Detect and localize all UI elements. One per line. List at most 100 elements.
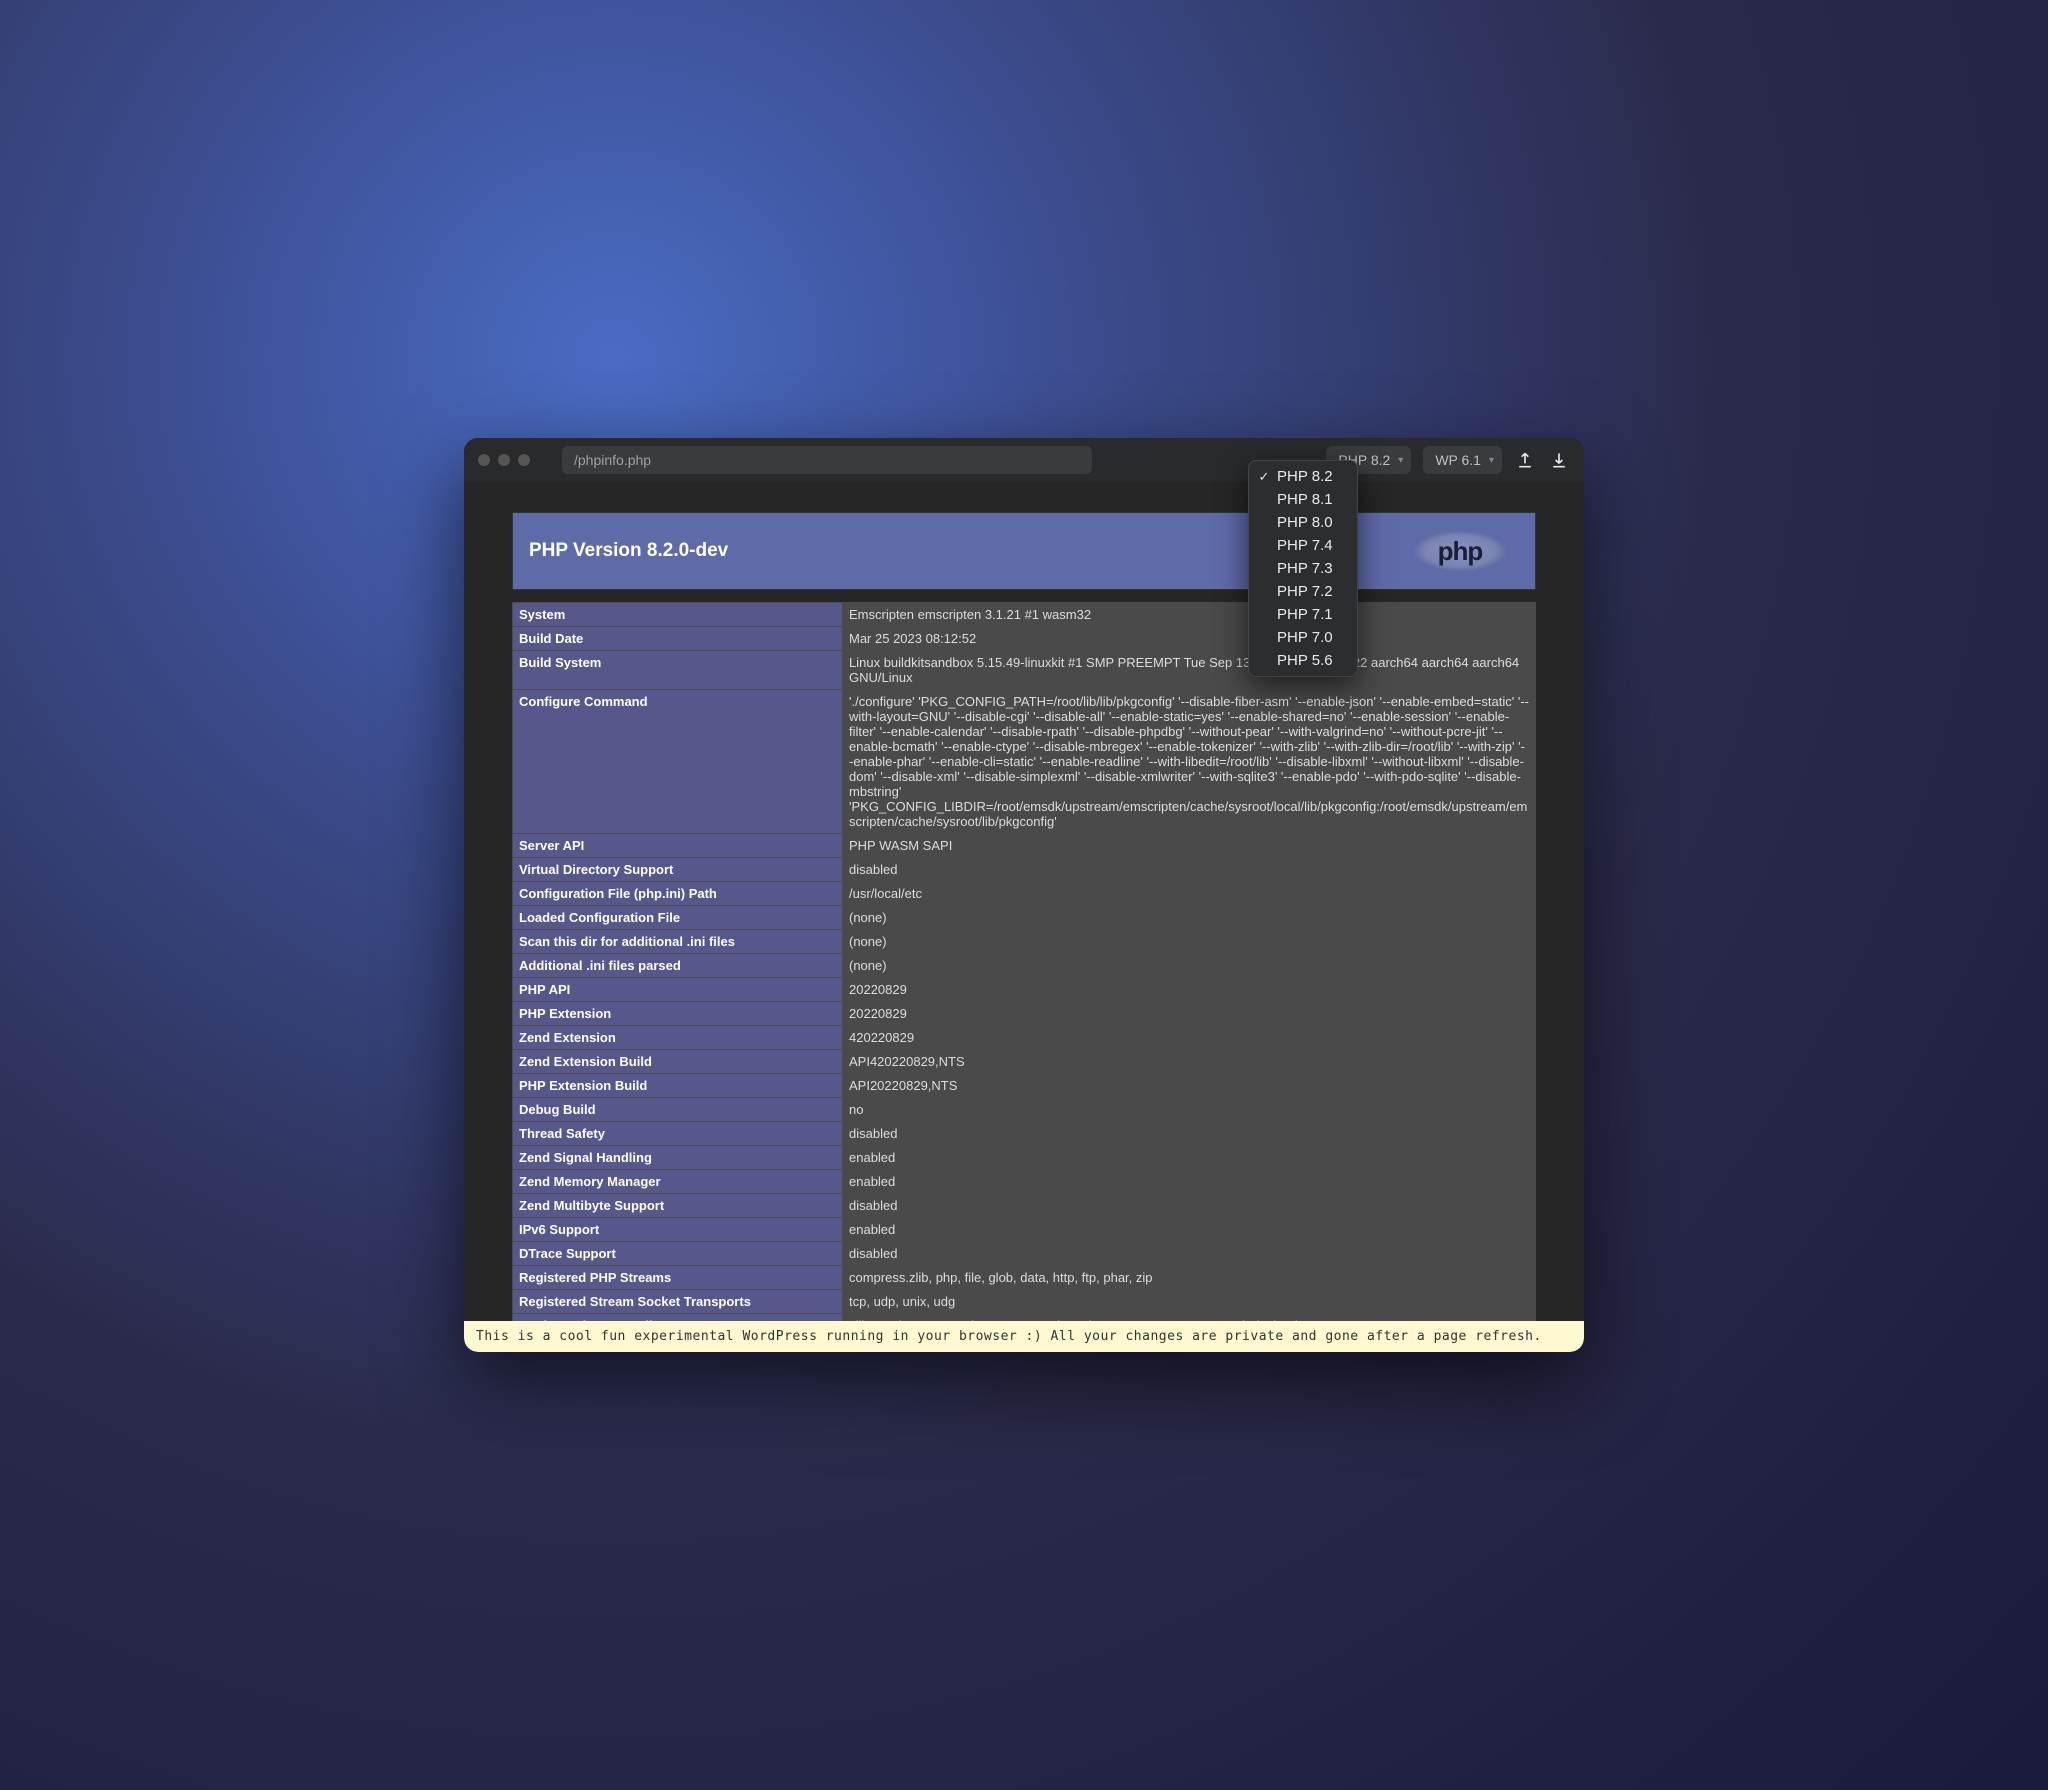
check-icon: ✓ xyxy=(1257,469,1271,485)
php-version-option[interactable]: ✓PHP 7.2 xyxy=(1249,580,1357,603)
table-row: Zend Extension420220829 xyxy=(513,1026,1536,1050)
wp-version-label: WP 6.1 xyxy=(1435,452,1481,468)
upload-icon[interactable] xyxy=(1514,449,1536,471)
table-value: Mar 25 2023 08:12:52 xyxy=(843,627,1536,651)
content-area: PHP Version 8.2.0-dev php SystemEmscript… xyxy=(464,482,1584,1352)
table-row: Zend Signal Handlingenabled xyxy=(513,1146,1536,1170)
table-row: Thread Safetydisabled xyxy=(513,1122,1536,1146)
table-key: Configure Command xyxy=(513,690,843,834)
php-version-option[interactable]: ✓PHP 7.4 xyxy=(1249,534,1357,557)
info-banner: This is a cool fun experimental WordPres… xyxy=(464,1321,1584,1352)
table-key: Additional .ini files parsed xyxy=(513,954,843,978)
phpinfo-header: PHP Version 8.2.0-dev php xyxy=(512,512,1536,590)
toolbar-right: PHP 8.2 ▾ WP 6.1 ▾ xyxy=(1326,446,1570,474)
table-value: tcp, udp, unix, udg xyxy=(843,1290,1536,1314)
php-version-option[interactable]: ✓PHP 5.6 xyxy=(1249,649,1357,672)
chevron-down-icon: ▾ xyxy=(1489,455,1494,466)
table-row: DTrace Supportdisabled xyxy=(513,1242,1536,1266)
close-window-button[interactable] xyxy=(478,454,490,466)
table-key: Registered PHP Streams xyxy=(513,1266,843,1290)
php-version-option[interactable]: ✓PHP 8.0 xyxy=(1249,511,1357,534)
table-row: PHP Extension BuildAPI20220829,NTS xyxy=(513,1074,1536,1098)
table-value: disabled xyxy=(843,1122,1536,1146)
table-value: 420220829 xyxy=(843,1026,1536,1050)
table-value: enabled xyxy=(843,1146,1536,1170)
table-row: Virtual Directory Supportdisabled xyxy=(513,858,1536,882)
php-version-option[interactable]: ✓ PHP 8.2 xyxy=(1249,465,1357,488)
table-row: Build DateMar 25 2023 08:12:52 xyxy=(513,627,1536,651)
table-key: PHP Extension xyxy=(513,1002,843,1026)
table-value: disabled xyxy=(843,1194,1536,1218)
php-version-option[interactable]: ✓PHP 7.1 xyxy=(1249,603,1357,626)
table-key: Registered Stream Socket Transports xyxy=(513,1290,843,1314)
table-row: PHP API20220829 xyxy=(513,978,1536,1002)
wp-version-select[interactable]: WP 6.1 ▾ xyxy=(1423,446,1502,474)
page-title: PHP Version 8.2.0-dev xyxy=(529,540,728,562)
table-value: Emscripten emscripten 3.1.21 #1 wasm32 xyxy=(843,603,1536,627)
table-key: PHP Extension Build xyxy=(513,1074,843,1098)
minimize-window-button[interactable] xyxy=(498,454,510,466)
php-version-option[interactable]: ✓PHP 8.1 xyxy=(1249,488,1357,511)
download-icon[interactable] xyxy=(1548,449,1570,471)
php-version-option[interactable]: ✓PHP 7.0 xyxy=(1249,626,1357,649)
table-key: Configuration File (php.ini) Path xyxy=(513,882,843,906)
table-row: Debug Buildno xyxy=(513,1098,1536,1122)
table-value: (none) xyxy=(843,906,1536,930)
php-version-option[interactable]: ✓PHP 7.3 xyxy=(1249,557,1357,580)
table-key: Virtual Directory Support xyxy=(513,858,843,882)
table-key: DTrace Support xyxy=(513,1242,843,1266)
table-key: PHP API xyxy=(513,978,843,1002)
php-logo: php xyxy=(1401,520,1519,582)
url-bar[interactable]: /phpinfo.php xyxy=(562,446,1092,474)
table-value: PHP WASM SAPI xyxy=(843,834,1536,858)
table-row: Registered PHP Streamscompress.zlib, php… xyxy=(513,1266,1536,1290)
php-version-option-label: PHP 7.0 xyxy=(1277,629,1333,646)
table-key: Debug Build xyxy=(513,1098,843,1122)
php-version-option-label: PHP 8.0 xyxy=(1277,514,1333,531)
titlebar: /phpinfo.php PHP 8.2 ▾ WP 6.1 ▾ xyxy=(464,438,1584,482)
table-value: API420220829,NTS xyxy=(843,1050,1536,1074)
table-key: Server API xyxy=(513,834,843,858)
table-key: Scan this dir for additional .ini files xyxy=(513,930,843,954)
table-row: Build SystemLinux buildkitsandbox 5.15.4… xyxy=(513,651,1536,690)
maximize-window-button[interactable] xyxy=(518,454,530,466)
php-version-option-label: PHP 8.1 xyxy=(1277,491,1333,508)
table-row: Configure Command'./configure' 'PKG_CONF… xyxy=(513,690,1536,834)
table-value: no xyxy=(843,1098,1536,1122)
table-key: Thread Safety xyxy=(513,1122,843,1146)
php-logo-text: php xyxy=(1438,536,1483,567)
table-key: Zend Signal Handling xyxy=(513,1146,843,1170)
table-key: Zend Multibyte Support xyxy=(513,1194,843,1218)
table-value: API20220829,NTS xyxy=(843,1074,1536,1098)
php-version-dropdown[interactable]: ✓ PHP 8.2 ✓PHP 8.1✓PHP 8.0✓PHP 7.4✓PHP 7.3… xyxy=(1248,460,1358,677)
table-value: enabled xyxy=(843,1170,1536,1194)
table-key: Build System xyxy=(513,651,843,690)
table-row: Registered Stream Socket Transportstcp, … xyxy=(513,1290,1536,1314)
window-controls xyxy=(478,454,530,466)
table-key: Zend Extension Build xyxy=(513,1050,843,1074)
table-row: IPv6 Supportenabled xyxy=(513,1218,1536,1242)
table-value: enabled xyxy=(843,1218,1536,1242)
table-key: Zend Memory Manager xyxy=(513,1170,843,1194)
chevron-down-icon: ▾ xyxy=(1398,455,1403,466)
table-value: (none) xyxy=(843,954,1536,978)
url-text: /phpinfo.php xyxy=(574,452,651,468)
table-row: Configuration File (php.ini) Path/usr/lo… xyxy=(513,882,1536,906)
table-value: './configure' 'PKG_CONFIG_PATH=/root/lib… xyxy=(843,690,1536,834)
table-value: 20220829 xyxy=(843,1002,1536,1026)
table-key: Loaded Configuration File xyxy=(513,906,843,930)
table-value: disabled xyxy=(843,858,1536,882)
table-row: Scan this dir for additional .ini files(… xyxy=(513,930,1536,954)
php-version-option-label: PHP 7.2 xyxy=(1277,583,1333,600)
table-key: System xyxy=(513,603,843,627)
table-value: 20220829 xyxy=(843,978,1536,1002)
php-version-option-label: PHP 7.4 xyxy=(1277,537,1333,554)
table-key: Zend Extension xyxy=(513,1026,843,1050)
table-value: /usr/local/etc xyxy=(843,882,1536,906)
table-row: Zend Memory Managerenabled xyxy=(513,1170,1536,1194)
php-version-option-label: PHP 8.2 xyxy=(1277,468,1333,485)
info-banner-text: This is a cool fun experimental WordPres… xyxy=(476,1329,1542,1344)
phpinfo-table: SystemEmscripten emscripten 3.1.21 #1 wa… xyxy=(512,602,1536,1338)
table-row: Server APIPHP WASM SAPI xyxy=(513,834,1536,858)
php-version-option-label: PHP 5.6 xyxy=(1277,652,1333,669)
